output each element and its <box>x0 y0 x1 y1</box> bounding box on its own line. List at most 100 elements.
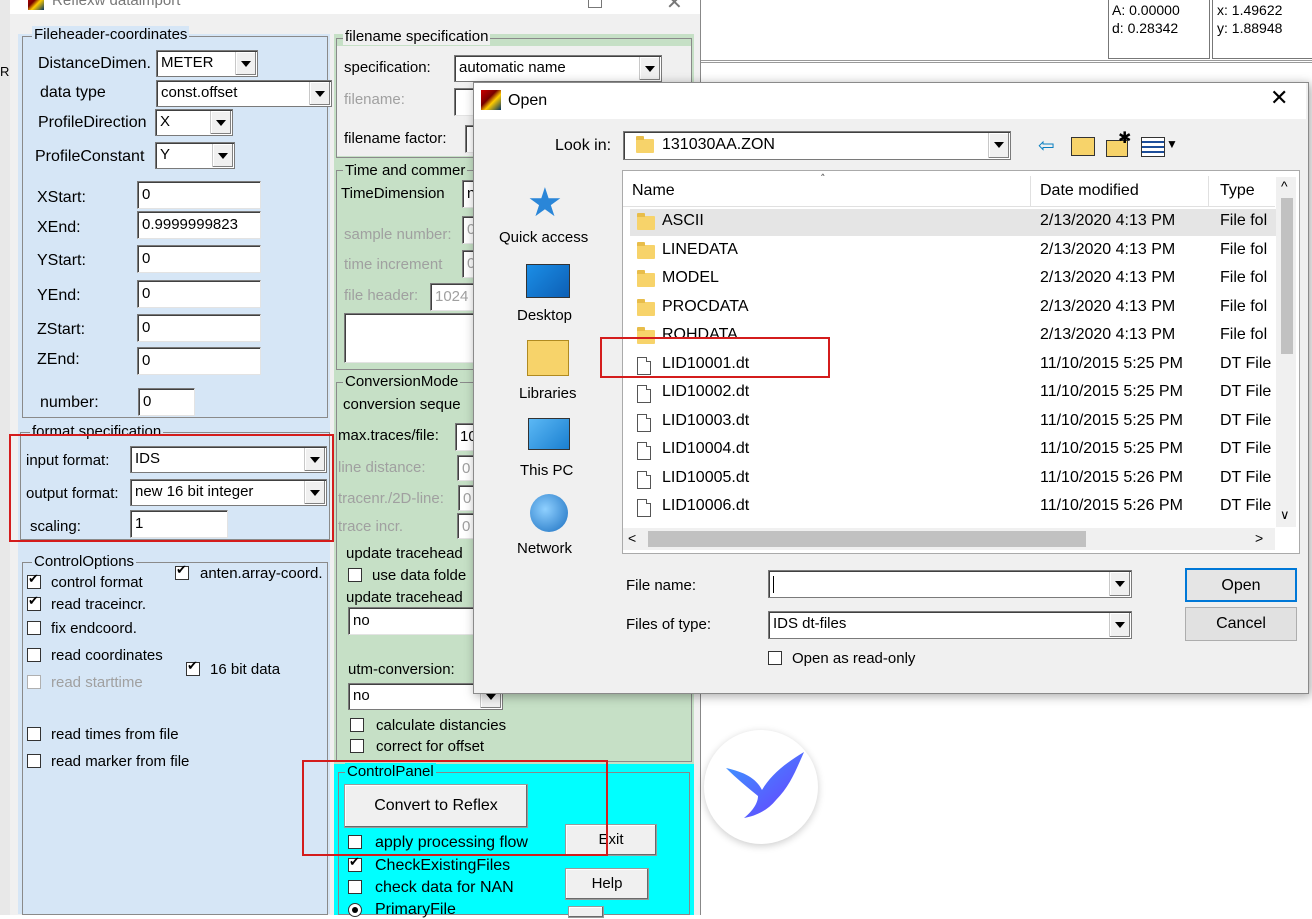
zstart-input[interactable]: 0 <box>137 314 261 342</box>
file-row-type[interactable]: DT File <box>1220 383 1274 401</box>
chevron-down-icon[interactable] <box>235 52 256 75</box>
number-input[interactable]: 0 <box>138 388 195 416</box>
xend-input[interactable]: 0.9999999823 <box>137 211 261 239</box>
profile-constant-select[interactable]: Y <box>155 142 235 169</box>
place-libraries[interactable]: Libraries <box>519 385 577 402</box>
file-row-date[interactable]: 11/10/2015 5:26 PM <box>1040 497 1183 515</box>
horizontal-scroll-thumb[interactable] <box>648 531 1086 547</box>
file-row-type[interactable]: File fol <box>1220 269 1274 287</box>
file-row-name[interactable]: LID10005.dt <box>662 469 749 487</box>
ystart-input[interactable]: 0 <box>137 245 261 273</box>
file-row-date[interactable]: 2/13/2020 4:13 PM <box>1040 212 1175 230</box>
chevron-down-icon[interactable] <box>988 133 1009 158</box>
read-traceincr-checkbox[interactable] <box>27 594 41 611</box>
view-menu-icon[interactable] <box>1141 137 1165 157</box>
file-row-type[interactable]: DT File <box>1220 469 1274 487</box>
file-row-name[interactable]: LINEDATA <box>662 241 738 259</box>
chevron-down-icon[interactable] <box>304 481 325 504</box>
network-icon[interactable] <box>530 494 568 532</box>
chevron-down-icon[interactable] <box>304 448 325 471</box>
convert-to-reflex-button[interactable]: Convert to Reflex <box>344 784 528 828</box>
anten-array-checkbox[interactable] <box>175 563 189 580</box>
input-format-select[interactable]: IDS <box>130 446 327 473</box>
cancel-button[interactable]: Cancel <box>1185 607 1297 641</box>
file-row-date[interactable]: 11/10/2015 5:26 PM <box>1040 469 1183 487</box>
place-quick-access[interactable]: Quick access <box>499 229 588 246</box>
file-row-name[interactable]: LID10002.dt <box>662 383 749 401</box>
check-nan-checkbox[interactable] <box>348 880 362 894</box>
file-row-type[interactable]: DT File <box>1220 412 1274 430</box>
read-marker-checkbox[interactable] <box>27 754 41 768</box>
distance-dimen-select[interactable]: METER <box>156 50 258 77</box>
chevron-down-icon[interactable] <box>639 57 660 80</box>
file-row-date[interactable]: 11/10/2015 5:25 PM <box>1040 412 1183 430</box>
use-data-folder-checkbox[interactable] <box>348 568 362 582</box>
check-existing-checkbox[interactable] <box>348 855 362 872</box>
close-icon[interactable]: ✕ <box>666 0 683 14</box>
file-row-name[interactable]: PROCDATA <box>662 298 749 316</box>
place-network[interactable]: Network <box>517 540 572 557</box>
data-type-select[interactable]: const.offset <box>156 80 332 107</box>
up-folder-icon[interactable] <box>1071 137 1095 156</box>
file-row-type[interactable]: DT File <box>1220 355 1274 373</box>
place-this-pc[interactable]: This PC <box>520 462 573 479</box>
back-arrow-icon[interactable]: ⇦ <box>1038 133 1055 157</box>
correct-offset-checkbox[interactable] <box>350 739 364 753</box>
scroll-left-icon[interactable]: < <box>628 530 636 546</box>
chevron-down-icon[interactable] <box>1109 613 1130 637</box>
file-row-date[interactable]: 11/10/2015 5:25 PM <box>1040 383 1183 401</box>
place-desktop[interactable]: Desktop <box>517 307 572 324</box>
read-only-checkbox[interactable] <box>768 651 782 665</box>
zend-input[interactable]: 0 <box>137 347 261 375</box>
yend-input[interactable]: 0 <box>137 280 261 308</box>
file-row-type[interactable]: DT File <box>1220 440 1274 458</box>
fix-endcoord-checkbox[interactable] <box>27 621 41 635</box>
file-row-date[interactable]: 2/13/2020 4:13 PM <box>1040 241 1175 259</box>
scroll-up-icon[interactable]: ^ <box>1281 178 1288 194</box>
file-row-date[interactable]: 2/13/2020 4:13 PM <box>1040 269 1175 287</box>
files-of-type-select[interactable]: IDS dt-files <box>768 611 1132 639</box>
desktop-icon[interactable] <box>526 264 570 298</box>
chevron-down-icon[interactable] <box>309 82 330 105</box>
file-row-name[interactable]: LID10003.dt <box>662 412 749 430</box>
exit-button[interactable]: Exit <box>565 824 657 856</box>
file-row-name[interactable]: LID10006.dt <box>662 497 749 515</box>
profile-direction-select[interactable]: X <box>155 109 233 136</box>
help-button[interactable]: Help <box>565 868 649 900</box>
file-row-date[interactable]: 2/13/2020 4:13 PM <box>1040 298 1175 316</box>
maximize-icon[interactable] <box>588 0 602 8</box>
open-button[interactable]: Open <box>1185 568 1297 602</box>
read-coordinates-checkbox[interactable] <box>27 648 41 662</box>
vertical-scroll-thumb[interactable] <box>1281 198 1293 354</box>
file-row-type[interactable]: File fol <box>1220 212 1274 230</box>
file-row-name[interactable]: ASCII <box>662 212 704 230</box>
minimize-icon[interactable]: — <box>515 0 530 7</box>
file-row-name[interactable]: LID10001.dt <box>662 355 749 373</box>
file-row-type[interactable]: File fol <box>1220 326 1274 344</box>
file-row-name[interactable]: MODEL <box>662 269 719 287</box>
file-row-date[interactable]: 2/13/2020 4:13 PM <box>1040 326 1175 344</box>
chevron-down-icon[interactable] <box>210 111 231 134</box>
scroll-right-icon[interactable]: > <box>1255 530 1263 546</box>
file-row-name[interactable]: LID10004.dt <box>662 440 749 458</box>
output-format-select[interactable]: new 16 bit integer <box>130 479 327 506</box>
xstart-input[interactable]: 0 <box>137 181 261 209</box>
bit16-checkbox[interactable] <box>186 659 200 676</box>
column-name[interactable]: Name <box>632 182 675 200</box>
file-row-name[interactable]: ROHDATA <box>662 326 738 344</box>
view-chevron-down-icon[interactable]: ▼ <box>1166 137 1178 151</box>
control-format-checkbox[interactable] <box>27 572 41 589</box>
apply-flow-checkbox[interactable] <box>348 835 362 849</box>
this-pc-icon[interactable] <box>528 418 570 450</box>
libraries-icon[interactable] <box>527 340 569 376</box>
look-in-select[interactable]: 131030AA.ZON <box>623 131 1011 160</box>
comment-textarea[interactable] <box>344 313 484 363</box>
quick-access-icon[interactable]: ★ <box>527 180 563 226</box>
file-name-input[interactable] <box>768 570 1132 598</box>
calc-distancies-checkbox[interactable] <box>350 718 364 732</box>
file-row-type[interactable]: File fol <box>1220 298 1274 316</box>
chevron-down-icon[interactable] <box>212 144 233 167</box>
file-row-date[interactable]: 11/10/2015 5:25 PM <box>1040 440 1183 458</box>
file-row-type[interactable]: File fol <box>1220 241 1274 259</box>
column-date[interactable]: Date modified <box>1040 182 1139 200</box>
